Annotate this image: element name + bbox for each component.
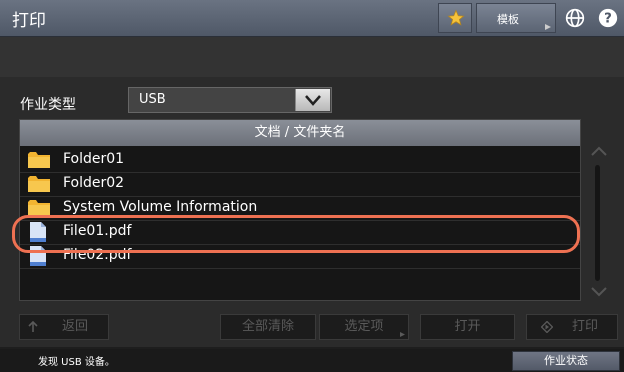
back-button[interactable]: 返回 (19, 314, 109, 340)
page-title: 打印 (12, 11, 46, 31)
job-type-label: 作业类型 (20, 97, 76, 113)
start-icon (541, 321, 553, 333)
clear-all-button[interactable]: 全部清除 (220, 314, 316, 340)
folder-icon (28, 200, 50, 216)
list-item-label: Folder02 (63, 175, 125, 191)
selected-items-label: 选定项 (344, 319, 384, 334)
status-message: 发现 USB 设备。 (38, 357, 115, 368)
title-bar: 打印 模板 ? (0, 0, 624, 37)
dropdown-button[interactable] (295, 89, 330, 111)
print-label: 打印 (571, 319, 598, 334)
globe-icon (565, 8, 585, 28)
scrollbar[interactable] (595, 165, 600, 281)
selected-items-button[interactable]: 选定项 (319, 314, 409, 340)
list-item-folder01[interactable]: Folder01 (20, 148, 580, 173)
chevron-down-icon (305, 95, 321, 106)
file-list: 文档 / 文件夹名 Folder01 Folder02 System Volum… (19, 119, 581, 301)
open-button[interactable]: 打开 (420, 314, 515, 340)
list-item-folder02[interactable]: Folder02 (20, 172, 580, 197)
selection-highlight (12, 215, 580, 253)
list-header: 文档 / 文件夹名 (20, 120, 580, 146)
print-button[interactable]: 打印 (526, 314, 618, 340)
folder-icon (28, 176, 50, 192)
svg-text:?: ? (604, 12, 612, 27)
help-icon: ? (598, 8, 618, 28)
job-status-button[interactable]: 作业状态 (512, 351, 620, 371)
language-button[interactable] (562, 3, 590, 33)
back-label: 返回 (61, 319, 88, 334)
list-item-label: System Volume Information (63, 199, 258, 215)
scroll-down-icon[interactable] (590, 286, 608, 298)
job-type-select[interactable]: USB (128, 87, 332, 113)
favorites-button[interactable] (438, 3, 472, 33)
folder-icon (28, 152, 50, 168)
star-icon (447, 9, 465, 26)
job-status-label: 作业状态 (544, 354, 588, 367)
scroll-up-icon[interactable] (590, 145, 608, 157)
open-label: 打开 (454, 319, 481, 334)
message-strip (0, 37, 624, 77)
help-button[interactable]: ? (594, 3, 622, 33)
template-label: 模板 (497, 13, 519, 26)
list-item-label: Folder01 (63, 151, 125, 167)
clear-all-label: 全部清除 (241, 319, 294, 334)
scrollbar-thumb[interactable] (595, 165, 600, 281)
corner-arrow-icon (400, 332, 405, 337)
up-arrow-icon (28, 321, 38, 332)
corner-arrow-icon (545, 24, 551, 30)
template-button[interactable]: 模板 (476, 3, 556, 33)
status-bar: 发现 USB 设备。 作业状态 (0, 349, 624, 372)
job-type-value: USB (139, 92, 166, 107)
